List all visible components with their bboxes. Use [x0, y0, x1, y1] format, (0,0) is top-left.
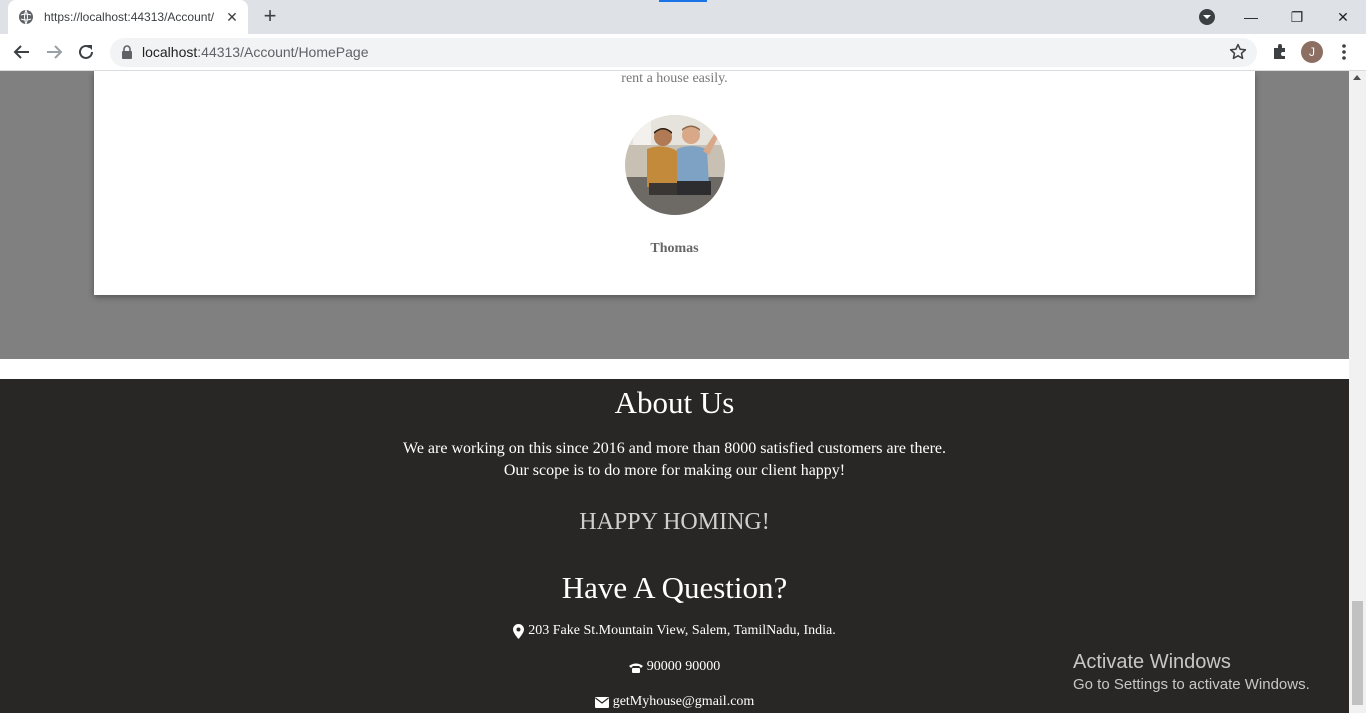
close-window-button[interactable]: ✕: [1320, 0, 1366, 34]
tagline: HAPPY HOMING!: [579, 509, 770, 535]
reload-icon: [79, 44, 93, 59]
back-button[interactable]: [10, 40, 34, 64]
globe-icon: [19, 9, 33, 25]
testimonial-text: rent a house easily.: [621, 71, 728, 86]
browser-tab-bar: https://localhost:44313/Account/ ✕ + — ❐…: [0, 0, 1366, 34]
url-path: :44313/Account/HomePage: [197, 44, 369, 60]
people-photo: [625, 115, 725, 215]
profile-avatar[interactable]: J: [1301, 41, 1323, 63]
browser-tab[interactable]: https://localhost:44313/Account/ ✕: [8, 0, 248, 34]
testimonial-card: rent a house easily. Thomas: [94, 71, 1255, 295]
contact-email[interactable]: getMyhouse@gmail.com: [0, 694, 1349, 710]
tab-search-icon[interactable]: [1198, 8, 1216, 26]
reload-button[interactable]: [74, 40, 98, 64]
activate-windows-watermark: Activate Windows Go to Settings to activ…: [1073, 651, 1310, 693]
extensions-icon[interactable]: [1270, 41, 1290, 61]
more-icon[interactable]: [1336, 41, 1352, 63]
forward-icon: [47, 45, 63, 59]
forward-button[interactable]: [42, 40, 66, 64]
minimize-button[interactable]: —: [1228, 0, 1274, 34]
phone-text: 90000 90000: [646, 659, 721, 674]
back-icon: [13, 45, 29, 59]
about-description-line2: Our scope is to do more for making our c…: [503, 462, 846, 479]
browser-toolbar: localhost:44313/Account/HomePage: [0, 34, 1366, 71]
star-icon[interactable]: [1229, 43, 1247, 61]
page-scrollbar[interactable]: [1349, 71, 1366, 713]
watermark-title: Activate Windows: [1073, 651, 1231, 673]
tab-title: https://localhost:44313/Account/: [44, 10, 215, 24]
address-bar[interactable]: localhost:44313/Account/HomePage: [110, 38, 1257, 67]
page-viewport: rent a house easily. Thomas About Us We …: [0, 71, 1349, 713]
restore-button[interactable]: ❐: [1274, 0, 1320, 34]
url-host: localhost: [142, 44, 198, 60]
contact-address: 203 Fake St.Mountain View, Salem, TamilN…: [0, 623, 1349, 639]
testimonial-photo: [625, 115, 725, 215]
map-marker-icon: [513, 623, 525, 639]
tab-strip-marker: [659, 0, 707, 2]
envelope-icon: [594, 696, 609, 708]
new-tab-button[interactable]: +: [258, 5, 282, 29]
url-text: localhost:44313/Account/HomePage: [142, 44, 369, 60]
lock-icon: [122, 45, 132, 59]
address-text: 203 Fake St.Mountain View, Salem, TamilN…: [528, 623, 836, 638]
tab-close-icon[interactable]: ✕: [224, 9, 240, 25]
phone-icon: [628, 663, 643, 673]
section-divider: [0, 359, 1349, 379]
question-title: Have A Question?: [561, 570, 788, 605]
watermark-subtitle: Go to Settings to activate Windows.: [1073, 676, 1310, 693]
testimonial-name: Thomas: [650, 241, 699, 256]
bottom-strip: [0, 713, 1366, 728]
email-text[interactable]: getMyhouse@gmail.com: [613, 694, 755, 710]
scroll-up-arrow[interactable]: [1353, 75, 1361, 80]
testimonial-section: rent a house easily. Thomas: [0, 71, 1349, 359]
about-description-line1: We are working on this since 2016 and mo…: [403, 440, 946, 457]
scroll-thumb[interactable]: [1352, 601, 1363, 705]
about-title: About Us: [614, 385, 735, 420]
